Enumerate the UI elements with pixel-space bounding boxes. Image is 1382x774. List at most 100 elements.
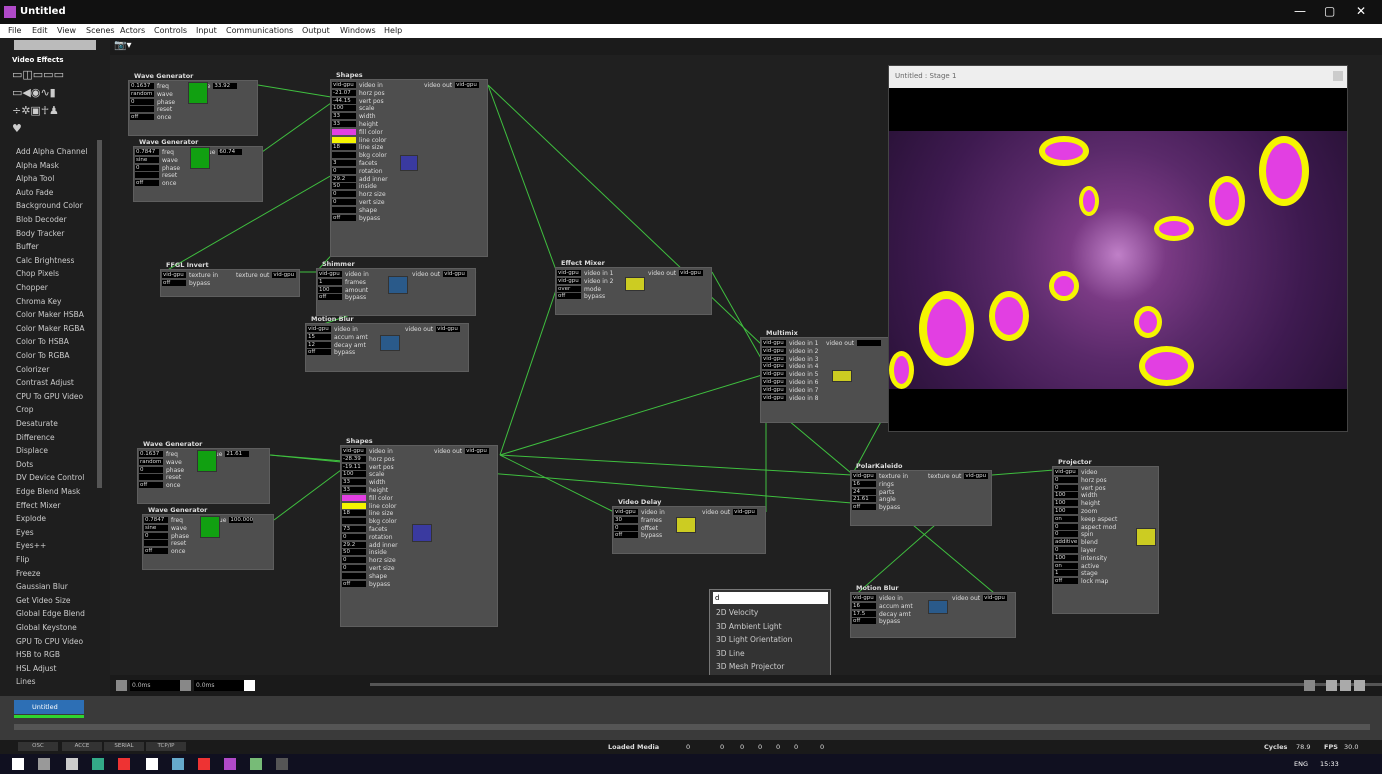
- port-value[interactable]: off: [307, 349, 331, 356]
- port-value[interactable]: vid-gpu: [465, 448, 490, 454]
- input-port[interactable]: random wave: [130, 90, 173, 98]
- port-value[interactable]: 21.61: [852, 496, 876, 503]
- camera-icon[interactable]: 📷▾: [114, 40, 131, 51]
- port-value[interactable]: vid-gpu: [1054, 469, 1078, 475]
- port-value[interactable]: vid-gpu: [762, 355, 786, 362]
- output-port[interactable]: video out vid-gpu: [424, 82, 480, 89]
- input-port[interactable]: vid-gpu video in 1: [557, 270, 614, 277]
- port-value[interactable]: vid-gpu: [332, 82, 356, 88]
- category-icons-row-3[interactable]: ÷✲▣☥♟: [12, 104, 59, 117]
- port-value[interactable]: 12: [307, 341, 331, 348]
- input-port[interactable]: 3 facets: [332, 160, 377, 167]
- menu-input[interactable]: Input: [196, 26, 217, 35]
- library-item[interactable]: Blob Decoder: [16, 215, 67, 224]
- input-port[interactable]: 100 zoom: [1054, 508, 1097, 515]
- port-value[interactable]: vid-gpu: [733, 509, 758, 515]
- port-value[interactable]: random: [130, 90, 154, 97]
- tcpip-button[interactable]: TCP/IP: [146, 742, 186, 751]
- input-port[interactable]: -28.39 horz pos: [342, 455, 395, 463]
- input-port[interactable]: off once: [130, 114, 171, 121]
- port-value[interactable]: off: [557, 293, 581, 300]
- port-value[interactable]: vid-gpu: [272, 272, 297, 278]
- input-port[interactable]: on keep aspect: [1054, 515, 1117, 523]
- library-item[interactable]: Auto Fade: [16, 188, 53, 197]
- port-value[interactable]: off: [852, 504, 876, 511]
- input-port[interactable]: 73 facets: [342, 526, 387, 533]
- port-value[interactable]: vid-gpu: [557, 270, 581, 276]
- timeline-button[interactable]: [180, 680, 191, 691]
- input-port[interactable]: 1 frames: [318, 278, 366, 286]
- library-item[interactable]: Chop Pixels: [16, 269, 59, 278]
- library-item[interactable]: Colorizer: [16, 365, 49, 374]
- input-port[interactable]: 0.1637 freq: [139, 451, 178, 458]
- port-value[interactable]: off: [135, 180, 159, 187]
- zoom-fit-icon[interactable]: [1354, 680, 1365, 691]
- port-value[interactable]: off: [318, 294, 342, 301]
- library-item[interactable]: Desaturate: [16, 419, 58, 428]
- port-value[interactable]: vid-gpu: [318, 271, 342, 277]
- port-value[interactable]: 100.000: [229, 517, 254, 523]
- input-port[interactable]: 24 parts: [852, 488, 894, 496]
- port-value[interactable]: 16: [852, 480, 876, 487]
- scene-tab[interactable]: Untitled: [14, 700, 84, 718]
- input-port[interactable]: fill color: [342, 494, 393, 502]
- library-item[interactable]: HSB to RGB: [16, 650, 60, 659]
- input-port[interactable]: 0.7847 freq: [144, 517, 183, 524]
- input-port[interactable]: vid-gpu video in 1: [762, 340, 819, 347]
- library-scrollbar[interactable]: [97, 140, 102, 488]
- port-value[interactable]: 33: [332, 113, 356, 120]
- isadora-icon[interactable]: [224, 758, 236, 770]
- port-value[interactable]: 0: [332, 199, 356, 205]
- input-port[interactable]: vid-gpu video in 6: [762, 379, 819, 386]
- port-value[interactable]: [857, 340, 882, 346]
- input-port[interactable]: additive blend: [1054, 539, 1098, 546]
- input-port[interactable]: 0 phase: [135, 164, 180, 172]
- app-icon[interactable]: [146, 758, 158, 770]
- input-port[interactable]: off bypass: [614, 532, 662, 539]
- menu-scenes[interactable]: Scenes: [86, 26, 115, 35]
- library-item[interactable]: Color Maker RGBA: [16, 324, 85, 333]
- port-value[interactable]: [332, 128, 356, 135]
- port-value[interactable]: 15: [307, 333, 331, 340]
- port-value[interactable]: [130, 106, 154, 113]
- app-icon[interactable]: [250, 758, 262, 770]
- port-value[interactable]: vid-gpu: [762, 394, 786, 401]
- input-port[interactable]: 0 horz pos: [1054, 476, 1107, 484]
- input-port[interactable]: 0 horz size: [342, 557, 396, 564]
- port-value[interactable]: 29.2: [342, 541, 366, 548]
- input-port[interactable]: vid-gpu video in 2: [557, 277, 614, 285]
- zoom-out-icon[interactable]: [1340, 680, 1351, 691]
- menu-view[interactable]: View: [57, 26, 76, 35]
- library-item[interactable]: Freeze: [16, 569, 40, 578]
- input-port[interactable]: 29.2 add inner: [332, 175, 388, 183]
- library-item[interactable]: Difference: [16, 433, 55, 442]
- port-value[interactable]: 100: [1054, 554, 1078, 561]
- input-port[interactable]: -44.15 vert pos: [332, 97, 384, 105]
- port-value[interactable]: random: [139, 458, 163, 465]
- port-value[interactable]: 50: [332, 183, 356, 190]
- port-value[interactable]: 50: [342, 549, 366, 556]
- library-item[interactable]: Explode: [16, 514, 46, 523]
- port-value[interactable]: 17.5: [852, 610, 876, 617]
- port-value[interactable]: 0: [135, 164, 159, 171]
- input-port[interactable]: bkg color: [332, 152, 387, 159]
- port-value[interactable]: sine: [144, 524, 168, 531]
- port-value[interactable]: off: [139, 482, 163, 489]
- port-value[interactable]: vid-gpu: [614, 509, 638, 515]
- input-port[interactable]: vid-gpu video in: [307, 326, 358, 333]
- port-value[interactable]: 33: [342, 487, 366, 493]
- port-value[interactable]: 18: [342, 510, 366, 517]
- input-port[interactable]: 0.7847 freq: [135, 149, 174, 156]
- port-value[interactable]: -19.11: [342, 463, 366, 470]
- port-value[interactable]: 18: [332, 144, 356, 151]
- port-value[interactable]: 0: [342, 565, 366, 571]
- input-port[interactable]: 0 offset: [614, 524, 658, 532]
- scene-scrollbar[interactable]: [14, 724, 1370, 730]
- output-port[interactable]: video out vid-gpu: [702, 509, 758, 516]
- task-view-icon[interactable]: [38, 758, 50, 770]
- heart-icon[interactable]: ♥: [12, 122, 22, 135]
- library-item[interactable]: Background Color: [16, 201, 83, 210]
- input-port[interactable]: vid-gpu video in 8: [762, 394, 819, 402]
- input-port[interactable]: 0 vert size: [342, 565, 395, 572]
- port-value[interactable]: vid-gpu: [852, 595, 876, 601]
